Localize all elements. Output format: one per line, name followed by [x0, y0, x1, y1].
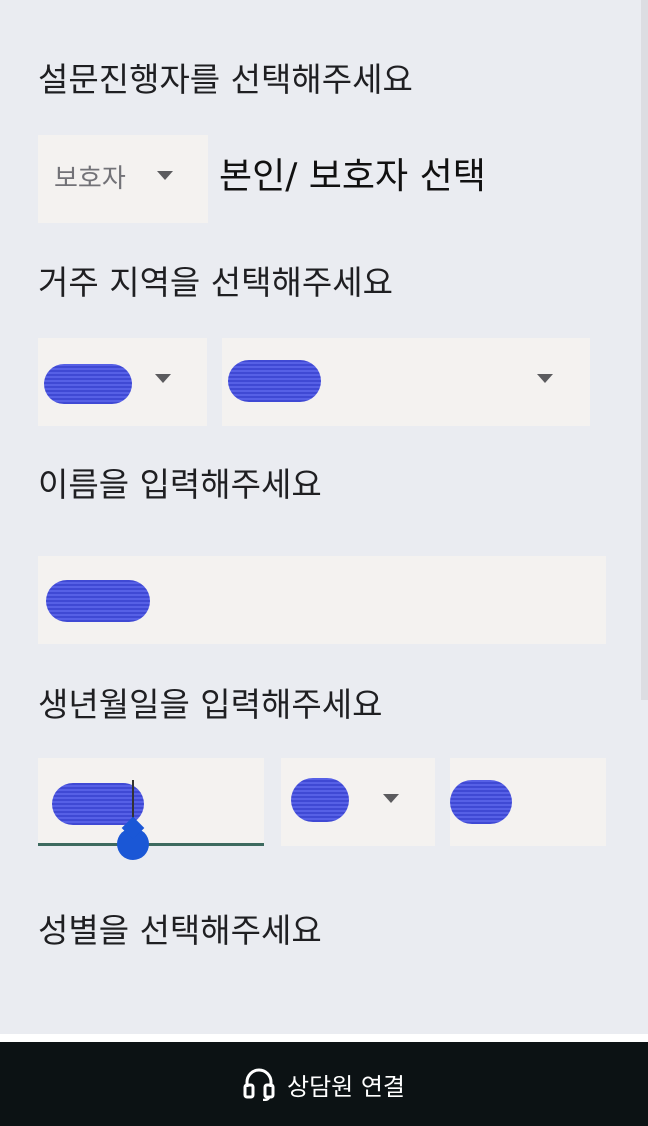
chevron-down-icon: [537, 374, 553, 383]
scrollbar[interactable]: [641, 0, 648, 700]
headset-icon: [243, 1067, 275, 1102]
divider: [0, 1034, 648, 1042]
chevron-down-icon: [383, 794, 399, 803]
birth-label: 생년월일을 입력해주세요: [38, 685, 383, 724]
chevron-down-icon: [157, 171, 173, 180]
birth-day-input[interactable]: [450, 758, 606, 846]
gender-label: 성별을 선택해주세요: [38, 911, 322, 950]
name-input[interactable]: [38, 556, 606, 644]
respondent-select[interactable]: 보호자: [38, 135, 208, 223]
redacted-value: [450, 780, 512, 824]
redacted-value: [44, 364, 132, 404]
text-selection-handle[interactable]: [117, 828, 149, 860]
respondent-label: 설문진행자를 선택해주세요: [38, 60, 413, 99]
redacted-value: [46, 580, 150, 622]
name-label: 이름을 입력해주세요: [38, 465, 322, 504]
region-label: 거주 지역을 선택해주세요: [38, 263, 393, 302]
connect-agent-button[interactable]: 상담원 연결: [0, 1042, 648, 1126]
respondent-hint: 본인/ 보호자 선택: [219, 156, 486, 197]
region-province-select[interactable]: [38, 338, 207, 426]
respondent-select-value: 보호자: [54, 164, 126, 194]
connect-agent-label: 상담원 연결: [286, 1072, 406, 1101]
birth-year-input[interactable]: [38, 758, 264, 846]
redacted-value: [291, 778, 349, 822]
chevron-down-icon: [155, 374, 171, 383]
region-city-select[interactable]: [222, 338, 590, 426]
birth-month-select[interactable]: [281, 758, 435, 846]
redacted-value: [228, 360, 321, 402]
focus-underline: [38, 843, 264, 846]
